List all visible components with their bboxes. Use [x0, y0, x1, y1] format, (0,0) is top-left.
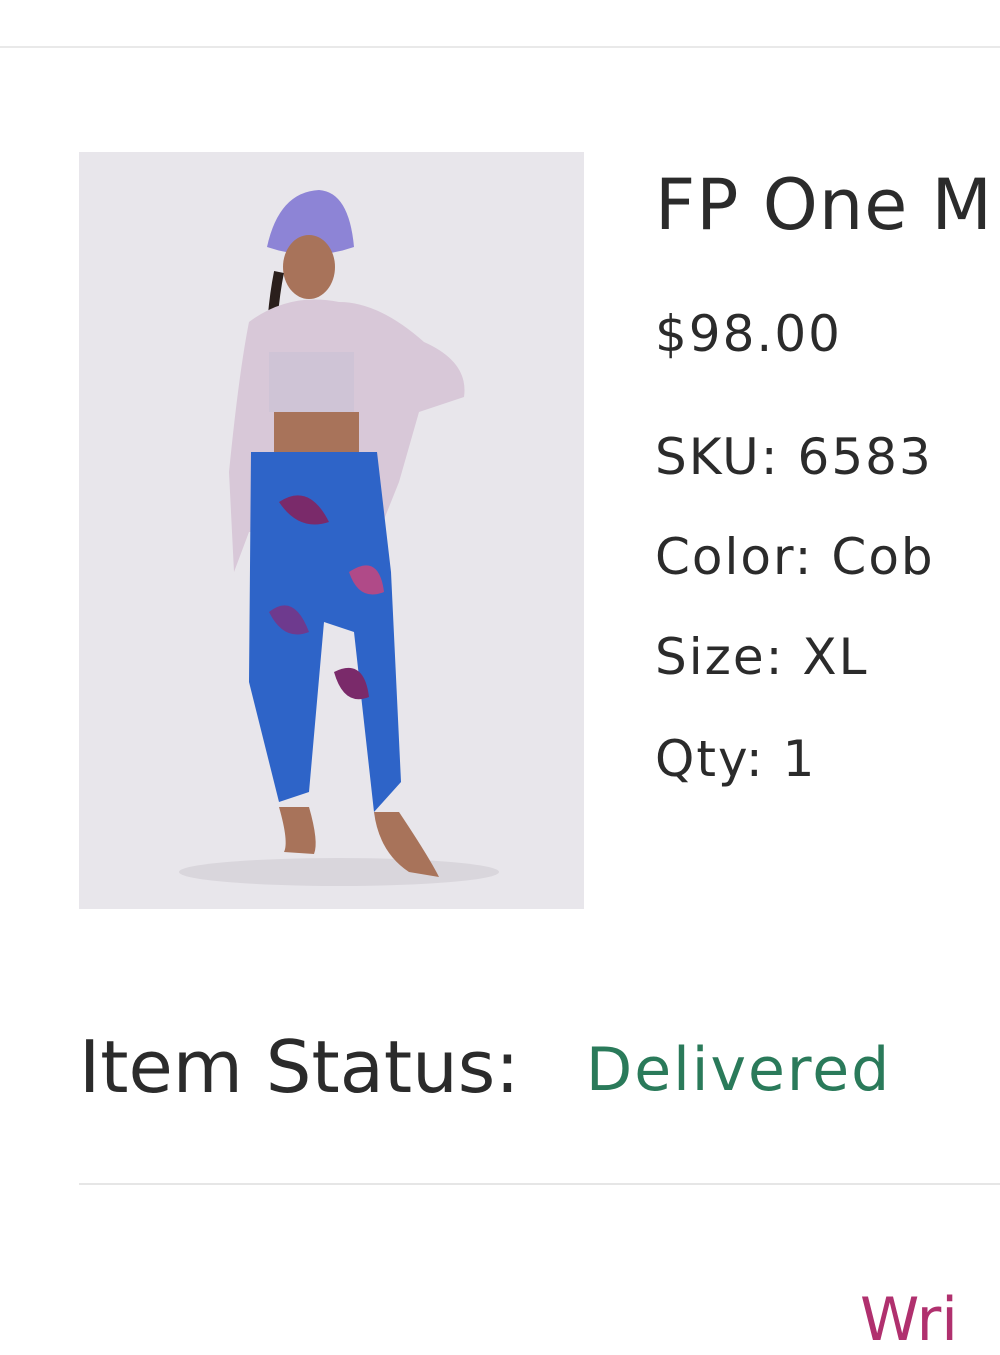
product-size: Size: XL [655, 628, 869, 686]
item-status-row: Item Status: Delivered [79, 1025, 1000, 1115]
write-review-link[interactable]: Wri [860, 1285, 958, 1355]
product-color: Color: Cob [655, 528, 935, 586]
top-divider [0, 46, 1000, 48]
bottom-divider [79, 1183, 1000, 1185]
model-photo-illustration [79, 152, 584, 909]
item-status-value: Delivered [586, 1035, 892, 1105]
product-price: $98.00 [655, 305, 842, 363]
product-sku: SKU: 6583 [655, 428, 933, 486]
product-quantity: Qty: 1 [655, 730, 817, 788]
item-status-label: Item Status: [79, 1025, 520, 1109]
product-image[interactable] [79, 152, 584, 909]
item-attributes: $98.00 SKU: 6583 Color: Cob Size: XL Qty… [655, 160, 1000, 860]
